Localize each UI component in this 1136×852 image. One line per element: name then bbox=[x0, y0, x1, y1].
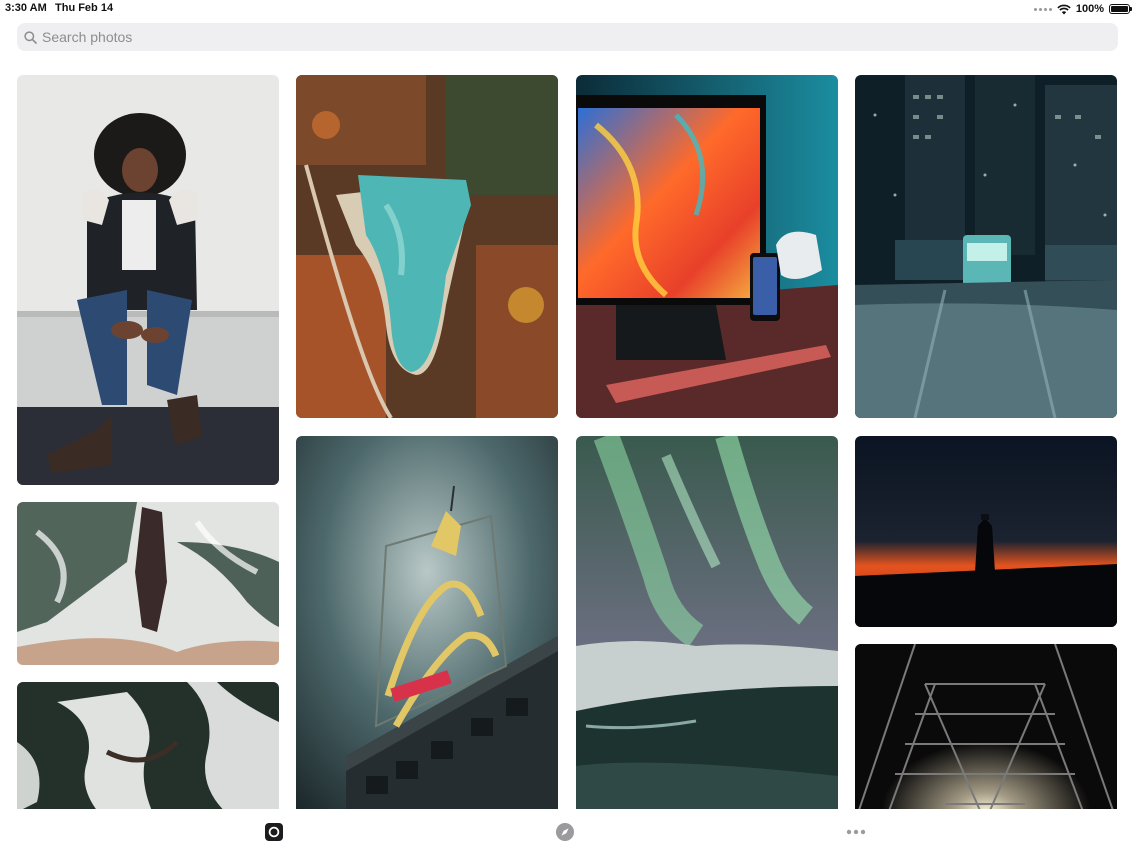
photo-grid-viewport bbox=[0, 0, 1136, 809]
photo-lighthouse-sunset[interactable] bbox=[855, 436, 1117, 627]
explore-tab[interactable] bbox=[554, 821, 576, 843]
photo-tunnel-structure[interactable] bbox=[855, 644, 1117, 809]
photo-aerial-snowy-forest[interactable] bbox=[17, 682, 279, 809]
photo-aerial-turquoise-lake[interactable] bbox=[296, 75, 558, 418]
camera-icon bbox=[265, 823, 283, 841]
ellipsis-icon bbox=[846, 829, 866, 835]
photo-northern-lights[interactable] bbox=[576, 436, 838, 809]
photo-aerial-beach-waves[interactable] bbox=[17, 502, 279, 665]
photo-snowy-city-street[interactable] bbox=[855, 75, 1117, 418]
photos-tab[interactable] bbox=[263, 821, 285, 843]
photo-portland-oregon-sign[interactable] bbox=[296, 436, 558, 809]
tab-bar bbox=[0, 809, 1136, 852]
photo-woman-sitting-on-wall[interactable] bbox=[17, 75, 279, 485]
compass-icon bbox=[556, 823, 574, 841]
more-tab[interactable] bbox=[845, 821, 867, 843]
photo-desktop-monitor[interactable] bbox=[576, 75, 838, 418]
